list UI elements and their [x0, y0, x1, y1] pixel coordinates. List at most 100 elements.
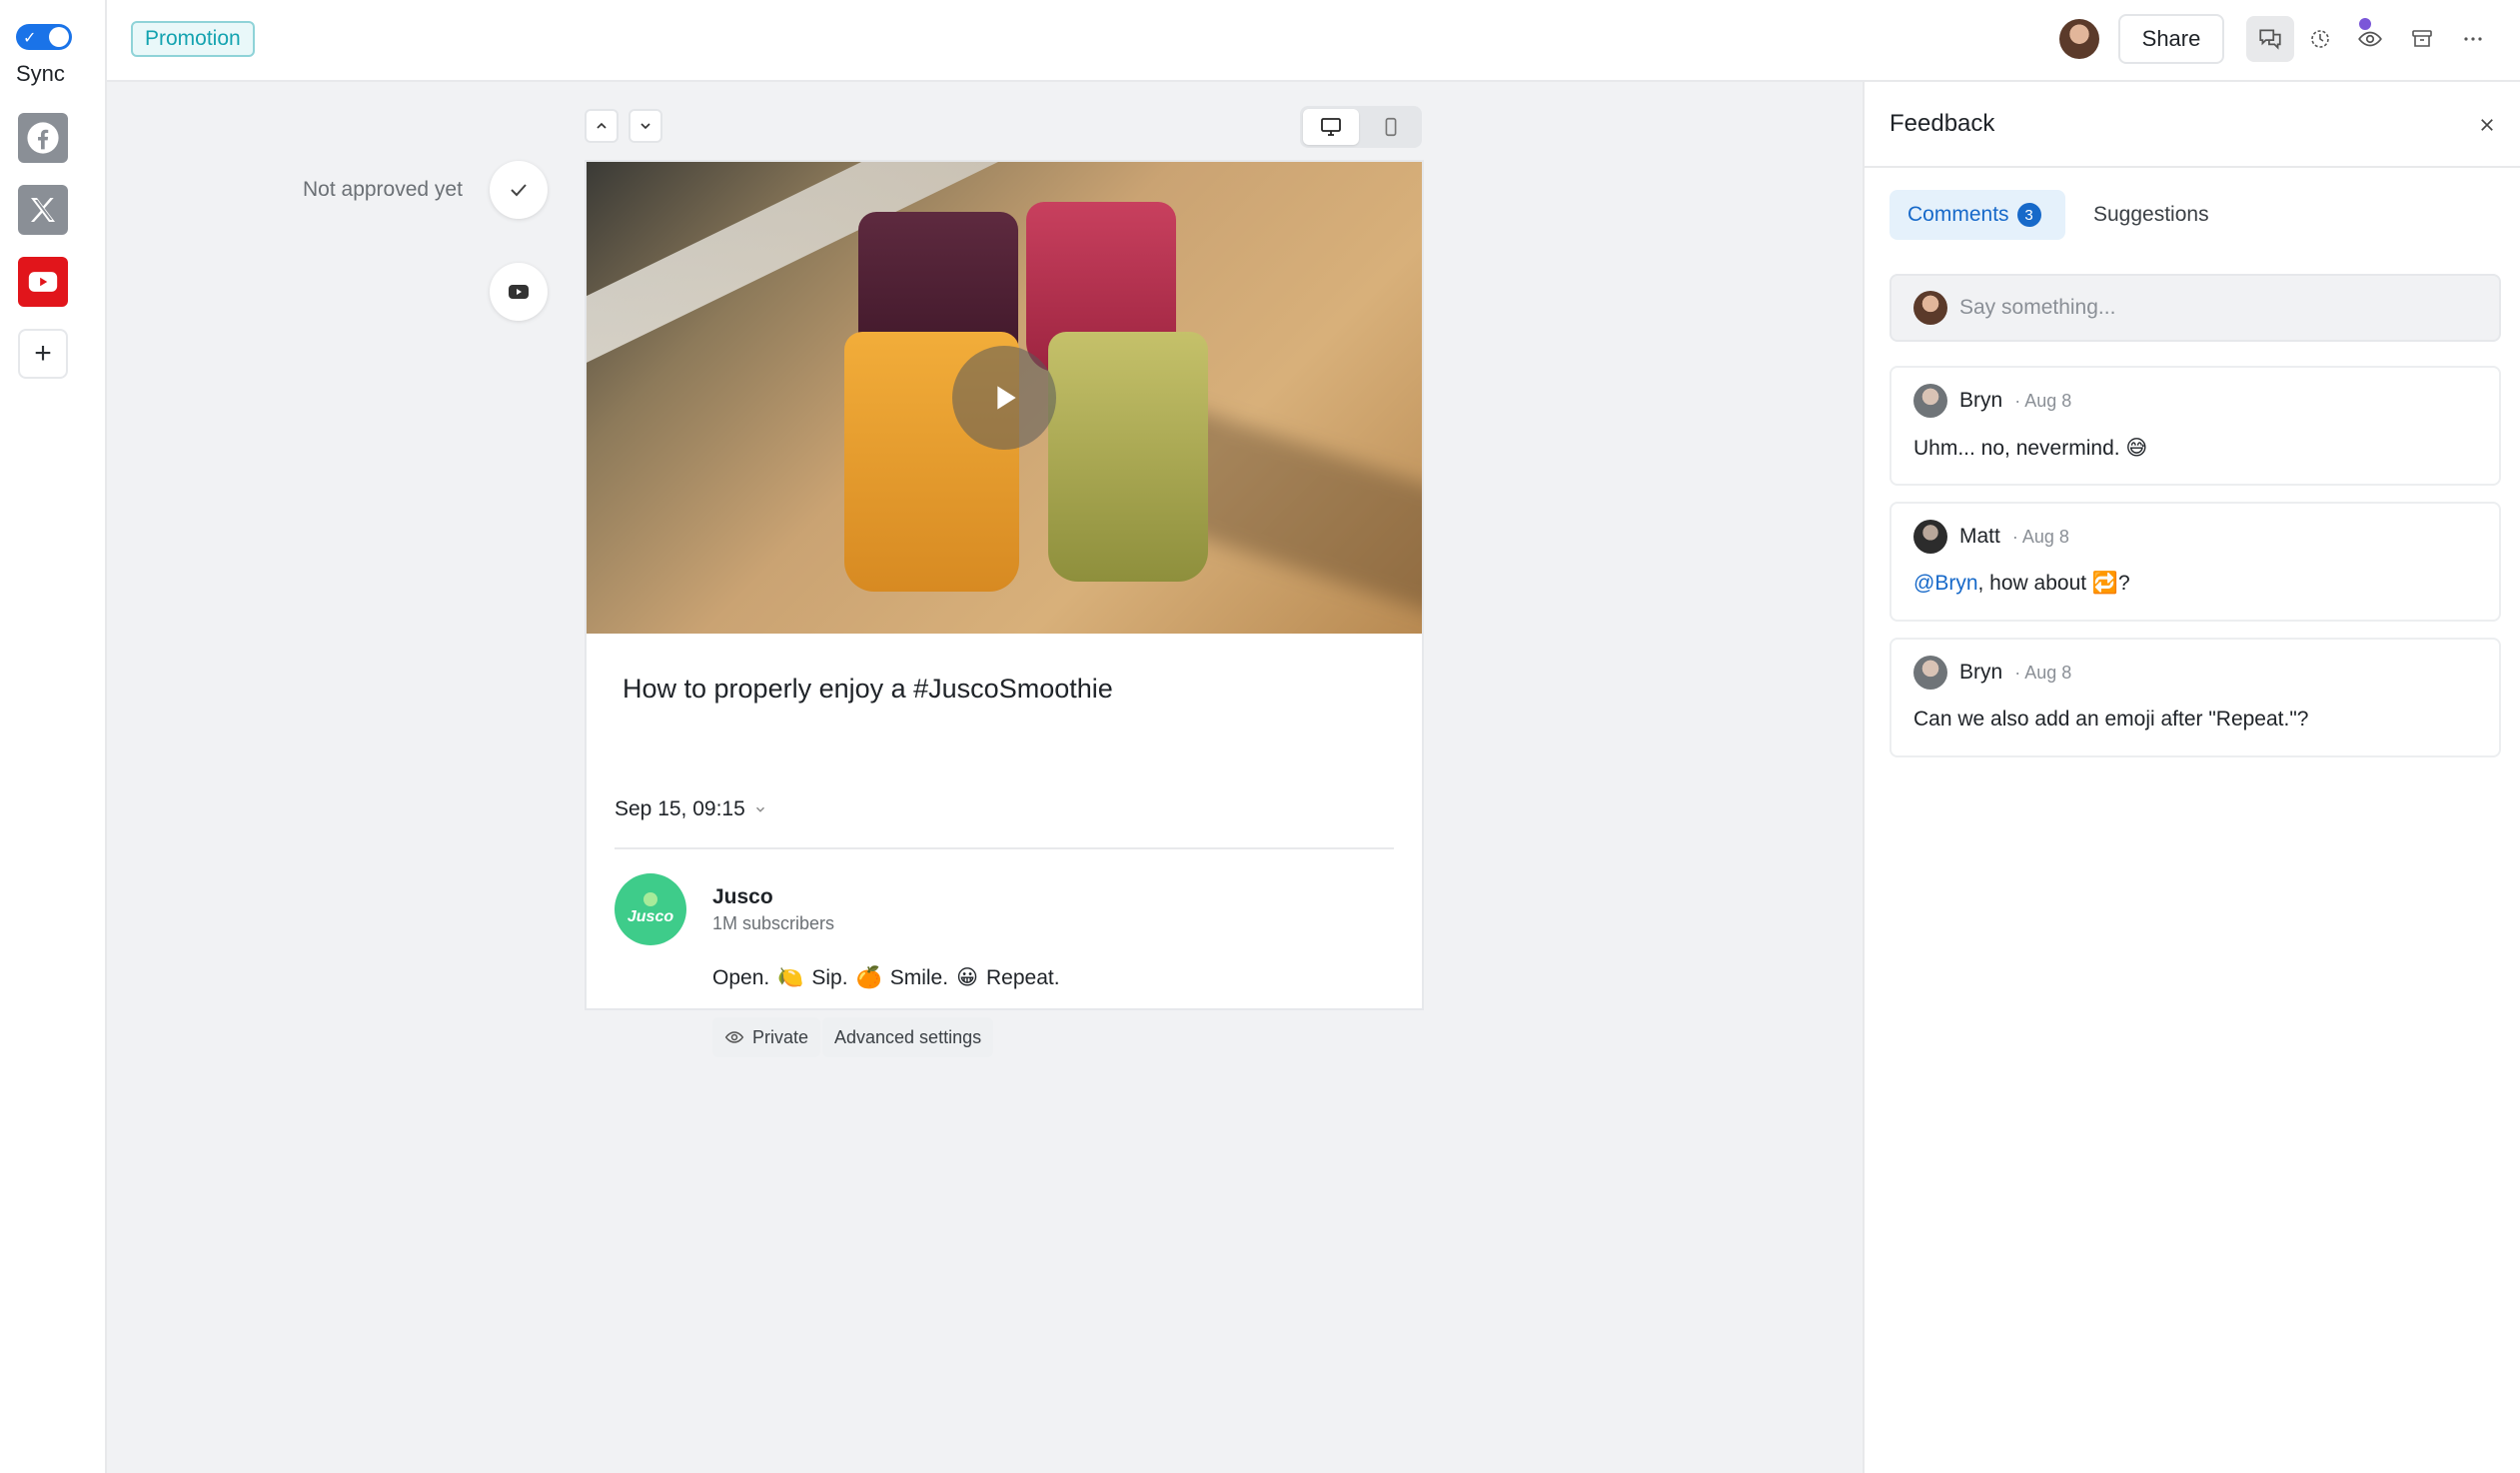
- x-icon: [31, 198, 55, 222]
- privacy-chip[interactable]: Private: [712, 1017, 821, 1057]
- feedback-icon: [2259, 29, 2281, 50]
- tab-comments-label: Comments: [1907, 203, 2009, 226]
- logo-dot: [643, 892, 657, 906]
- toggle-knob: [49, 27, 69, 47]
- user-avatar[interactable]: [2059, 19, 2099, 59]
- history-icon: [2311, 30, 2329, 48]
- channel-logo-text: Jusco: [627, 908, 674, 925]
- post-preview-card: How to properly enjoy a #JuscoSmoothie S…: [585, 160, 1424, 1057]
- app-root: ✓ Sync + Promotion Share Not approved ye…: [0, 0, 2520, 1473]
- check-icon: [511, 184, 527, 197]
- chevron-up-icon: [597, 122, 607, 129]
- channel-name: Jusco: [712, 885, 773, 908]
- schedule-date: Sep 15, 09:15: [615, 797, 745, 820]
- comment-item: Matt · Aug 8 @Bryn, how about 🔁?: [1890, 502, 2501, 622]
- mobile-icon: [1385, 117, 1397, 137]
- user-mention-link[interactable]: @Bryn: [1913, 572, 1978, 595]
- sync-label: Sync: [16, 61, 65, 86]
- previous-post-button[interactable]: [585, 109, 619, 143]
- desktop-view-button[interactable]: [1303, 109, 1359, 145]
- smoothie-glass: [1048, 332, 1208, 582]
- lemon-emoji: 🍋: [777, 965, 804, 989]
- promotion-tag[interactable]: Promotion: [131, 21, 255, 57]
- comment-input[interactable]: [1959, 296, 2459, 320]
- comment-body: Uhm... no, nevermind. 😅: [1913, 437, 2148, 460]
- comment-date: · Aug 8: [2011, 526, 2069, 547]
- comment-author: Bryn: [1959, 389, 2003, 412]
- top-bar: Promotion Share: [107, 0, 2520, 82]
- smile-emoji: 😀: [956, 966, 978, 989]
- comment-date: · Aug 8: [2014, 390, 2072, 411]
- youtube-icon: [509, 285, 529, 299]
- channel-avatar: Jusco: [615, 873, 686, 945]
- desc-text: Smile.: [889, 965, 949, 989]
- chevron-down-icon: [640, 123, 650, 130]
- facebook-icon: [27, 122, 59, 154]
- close-feedback-button[interactable]: [2472, 110, 2502, 140]
- desc-text: Sip.: [811, 965, 848, 989]
- post-editor-canvas: Not approved yet How to properly enjoy a…: [107, 82, 1863, 1473]
- comments-count-badge: 3: [2016, 203, 2041, 227]
- orange-emoji: 🍊: [855, 965, 882, 989]
- channel-subscribers: 1M subscribers: [712, 913, 835, 933]
- x-channel-button[interactable]: [18, 185, 68, 235]
- tab-suggestions[interactable]: Suggestions: [2075, 190, 2227, 240]
- youtube-channel-button[interactable]: [18, 257, 68, 307]
- divider: [615, 847, 1394, 849]
- facebook-channel-button[interactable]: [18, 113, 68, 163]
- archive-button[interactable]: [2398, 16, 2446, 62]
- desc-text: Repeat.: [985, 965, 1060, 989]
- comment-item: Bryn · Aug 8 Can we also add an emoji af…: [1890, 638, 2501, 757]
- youtube-preview-button[interactable]: [490, 263, 548, 321]
- mobile-view-button[interactable]: [1363, 109, 1419, 145]
- tab-comments[interactable]: Comments 3: [1890, 190, 2065, 240]
- tab-suggestions-label: Suggestions: [2093, 203, 2209, 226]
- more-icon: [2464, 37, 2482, 41]
- close-icon: [2481, 119, 2493, 131]
- notification-dot: [2357, 16, 2373, 32]
- avatar: [1913, 520, 1947, 554]
- post-title[interactable]: How to properly enjoy a #JuscoSmoothie: [623, 674, 1113, 705]
- avatar: [1913, 656, 1947, 690]
- plus-icon: +: [34, 337, 52, 370]
- privacy-label: Private: [752, 1026, 809, 1047]
- approval-status: Not approved yet: [303, 178, 463, 201]
- comment-date: · Aug 8: [2014, 662, 2072, 683]
- device-preview-toggle: [1300, 106, 1422, 148]
- history-button[interactable]: [2296, 16, 2344, 62]
- sync-toggle[interactable]: ✓: [16, 24, 72, 50]
- comment-item: Bryn · Aug 8 Uhm... no, nevermind. 😅: [1890, 366, 2501, 486]
- more-options-button[interactable]: [2449, 16, 2497, 62]
- feedback-toggle-button[interactable]: [2246, 16, 2294, 62]
- comment-composer: [1890, 274, 2501, 342]
- next-post-button[interactable]: [629, 109, 662, 143]
- chevron-down-icon: [755, 806, 764, 812]
- avatar: [1913, 291, 1947, 325]
- video-thumbnail[interactable]: [587, 162, 1422, 634]
- desktop-icon: [1321, 118, 1341, 136]
- advanced-settings-chip[interactable]: Advanced settings: [822, 1017, 994, 1057]
- comment-body: @Bryn, how about 🔁?: [1913, 572, 2130, 596]
- youtube-icon: [28, 272, 58, 292]
- channel-sidebar: ✓ Sync +: [0, 0, 107, 1473]
- feedback-panel: Feedback Comments 3 Suggestions Bryn · A…: [1863, 82, 2520, 1473]
- comment-author: Matt: [1959, 525, 2000, 548]
- comment-body: Can we also add an emoji after "Repeat."…: [1913, 708, 2309, 731]
- play-video-button[interactable]: [952, 346, 1056, 450]
- comment-body-text: , how about 🔁?: [1977, 572, 2130, 595]
- comment-author: Bryn: [1959, 661, 2003, 684]
- share-button[interactable]: Share: [2118, 14, 2224, 64]
- add-channel-button[interactable]: +: [18, 329, 68, 379]
- advanced-settings-label: Advanced settings: [834, 1026, 982, 1047]
- play-icon: [997, 386, 1016, 410]
- feedback-title: Feedback: [1890, 110, 1995, 137]
- archive-icon: [2412, 30, 2432, 47]
- schedule-date-dropdown[interactable]: Sep 15, 09:15: [615, 797, 767, 821]
- approve-button[interactable]: [490, 161, 548, 219]
- eye-icon: [724, 1031, 744, 1043]
- avatar: [1913, 384, 1947, 418]
- post-description[interactable]: Open. 🍋 Sip. 🍊 Smile. 😀 Repeat.: [712, 965, 1060, 990]
- check-icon: ✓: [23, 30, 37, 47]
- divider: [1865, 166, 2520, 168]
- preview-button[interactable]: [2346, 16, 2394, 62]
